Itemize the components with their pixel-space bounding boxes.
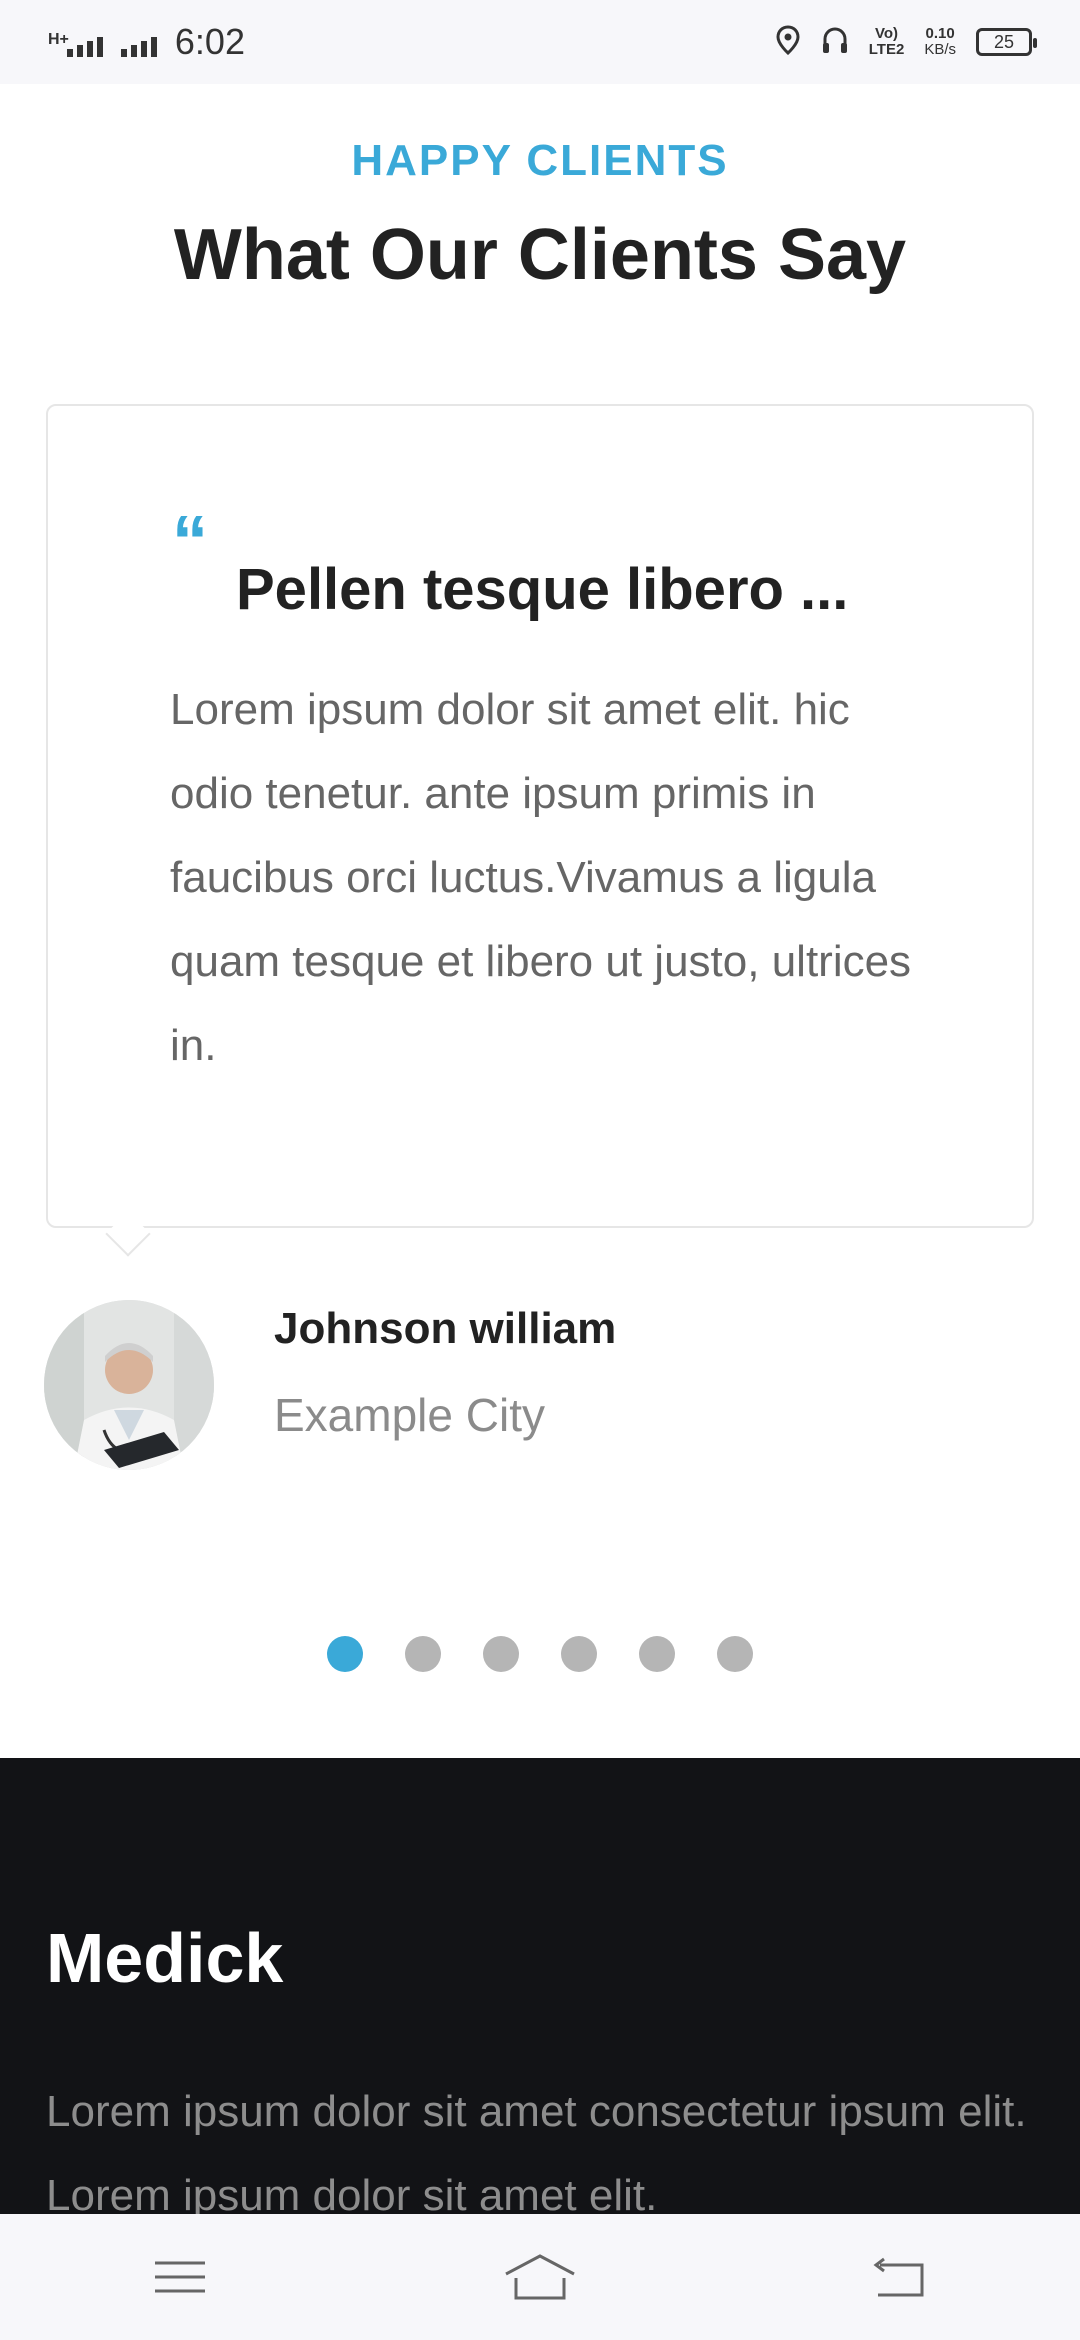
network-speed: 0.10 KB/s: [924, 25, 956, 58]
pager-dot[interactable]: [639, 1636, 675, 1672]
pager-dot[interactable]: [405, 1636, 441, 1672]
system-nav-bar: [0, 2214, 1080, 2340]
clock: 6:02: [174, 21, 245, 62]
home-icon[interactable]: [480, 2237, 600, 2317]
battery-level: 25: [993, 31, 1015, 52]
footer-text: Lorem ipsum dolor sit amet consectetur i…: [46, 2087, 1027, 2220]
pager-dot[interactable]: [561, 1636, 597, 1672]
avatar: [44, 1300, 214, 1470]
battery-icon: 25: [976, 28, 1037, 56]
author-city: Example City: [274, 1389, 545, 1441]
testimonial-body: Lorem ipsum dolor sit amet elit. hic odi…: [170, 685, 912, 1070]
network-type: H+: [48, 31, 69, 48]
pager-dot[interactable]: [327, 1636, 363, 1672]
signal-1-icon: H+: [48, 27, 103, 57]
back-icon[interactable]: [840, 2237, 960, 2317]
footer-title: Medick: [46, 1919, 284, 1997]
section-title: What Our Clients Say: [173, 215, 907, 295]
location-icon: [775, 24, 801, 60]
testimonial-title: Pellen tesque libero ...: [236, 557, 849, 622]
volte-indicator: Vo) LTE2: [868, 25, 905, 58]
pager-dot[interactable]: [717, 1636, 753, 1672]
headphones-icon: [821, 25, 849, 60]
section-eyebrow: HAPPY CLIENTS: [351, 136, 729, 185]
status-left: H+ 6:02: [48, 21, 245, 63]
carousel-pager: [0, 1636, 1080, 1672]
author-name: Johnson william: [274, 1304, 617, 1353]
quote-icon: “: [172, 502, 208, 582]
status-right: Vo) LTE2 0.10 KB/s 25: [775, 24, 1037, 60]
pager-dot[interactable]: [483, 1636, 519, 1672]
signal-2-icon: [120, 27, 157, 57]
menu-icon[interactable]: [120, 2237, 240, 2317]
testimonial-card[interactable]: “ Pellen tesque libero ... Lorem ipsum d…: [46, 404, 1034, 1228]
footer: Medick Lorem ipsum dolor sit amet consec…: [0, 1758, 1080, 2220]
status-bar: H+ 6:02 Vo) LTE2 0.10 KB/s 25: [0, 0, 1080, 84]
